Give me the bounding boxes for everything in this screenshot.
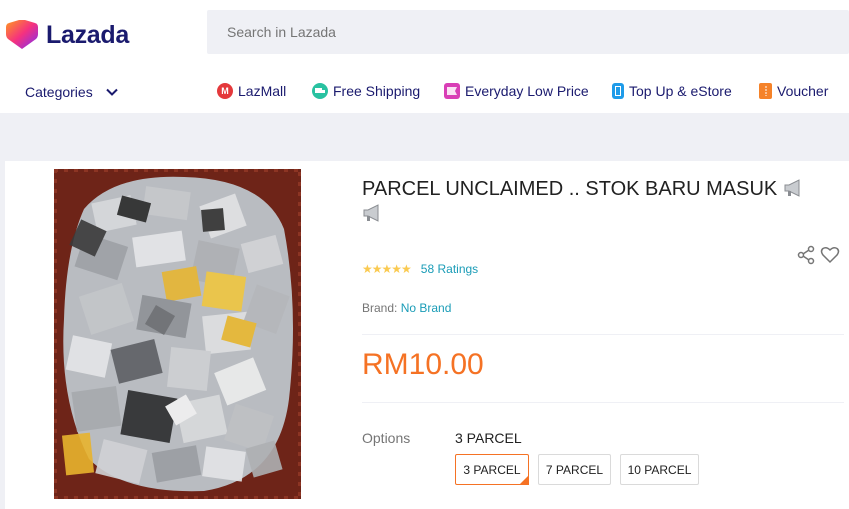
nav-item-label: Voucher [777, 83, 829, 99]
ratings-link[interactable]: 58 Ratings [421, 262, 478, 276]
nav-item-label: Everyday Low Price [465, 83, 589, 99]
lazada-heart-icon [6, 20, 38, 49]
product-title-text: PARCEL UNCLAIMED .. STOK BARU MASUK [362, 178, 778, 200]
option-label: 10 PARCEL [627, 462, 692, 477]
product-detail: PARCEL UNCLAIMED .. STOK BARU MASUK ★★★★… [5, 161, 849, 509]
search-bar[interactable] [207, 10, 849, 54]
nav-item-label: LazMall [238, 83, 287, 99]
top-header: Lazada Categories M LazMall Free Shippin… [0, 0, 849, 113]
nav-item-everyday-low-price[interactable]: Everyday Low Price [444, 83, 589, 99]
option-10-parcel[interactable]: 10 PARCEL [620, 454, 699, 485]
nav-item-lazmall[interactable]: M LazMall [217, 83, 286, 99]
product-price: RM10.00 [362, 348, 484, 381]
product-rating: ★★★★★ 58 Ratings [362, 262, 478, 276]
voucher-icon [759, 83, 772, 99]
product-image[interactable] [54, 169, 301, 499]
lazada-logo[interactable]: Lazada [6, 18, 129, 52]
lazmall-icon: M [217, 83, 233, 99]
heart-icon[interactable] [820, 245, 840, 265]
option-label: 3 PARCEL [463, 462, 521, 477]
nav-item-label: Top Up & eStore [629, 83, 732, 99]
parcel-pile-image [54, 169, 301, 499]
option-3-parcel[interactable]: 3 PARCEL [455, 454, 529, 485]
nav-item-free-shipping[interactable]: Free Shipping [312, 83, 420, 99]
brand-link[interactable]: No Brand [401, 301, 452, 315]
price-tag-icon [444, 83, 460, 99]
quick-nav: M LazMall Free Shipping Everyday Low Pri… [0, 83, 849, 105]
search-input[interactable] [227, 24, 849, 40]
brand-row: Brand: No Brand [362, 301, 451, 315]
options-label: Options [362, 430, 411, 446]
options-selected-value: 3 PARCEL [455, 430, 522, 446]
divider [362, 334, 844, 335]
nav-item-label: Free Shipping [333, 83, 421, 99]
megaphone-icon [363, 204, 379, 222]
truck-icon [312, 83, 328, 99]
brand-label: Brand: [362, 301, 398, 315]
megaphone-icon [784, 179, 800, 197]
phone-icon [612, 83, 624, 99]
option-7-parcel[interactable]: 7 PARCEL [538, 454, 611, 485]
option-label: 7 PARCEL [545, 462, 604, 477]
nav-item-top-up[interactable]: Top Up & eStore [612, 83, 732, 99]
product-title: PARCEL UNCLAIMED .. STOK BARU MASUK [362, 177, 832, 227]
share-icon[interactable] [796, 245, 816, 265]
divider [362, 402, 844, 403]
logo-text: Lazada [46, 20, 129, 49]
rating-stars: ★★★★★ [362, 262, 412, 276]
nav-item-voucher[interactable]: Voucher [759, 83, 828, 99]
